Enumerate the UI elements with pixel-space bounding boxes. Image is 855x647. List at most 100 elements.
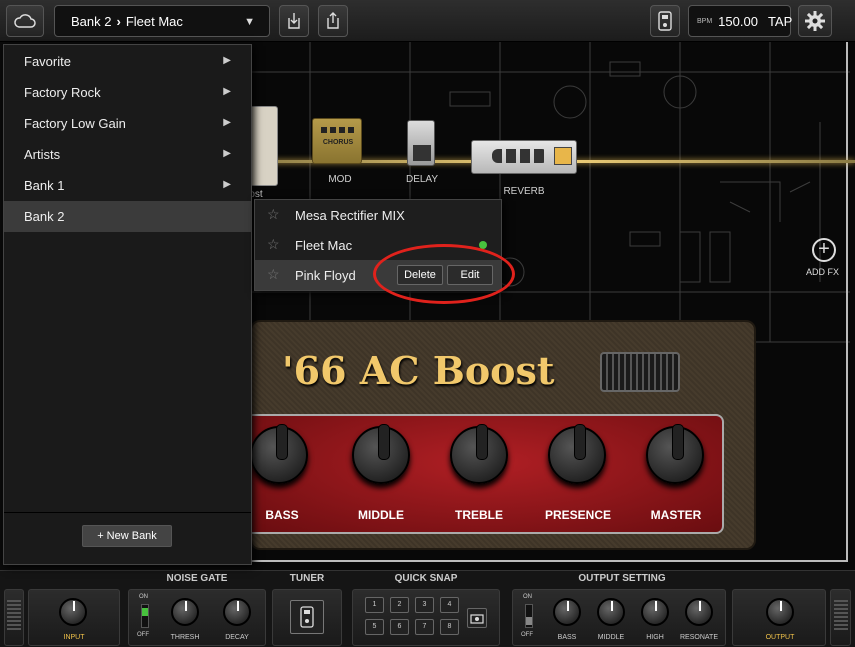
noise-gate-title: NOISE GATE	[166, 573, 228, 584]
snap-slot-3[interactable]: 3	[415, 597, 434, 613]
app-window: Bank 2 › Fleet Mac ▼ BPM 150.00 TAP ost …	[0, 0, 855, 647]
gear-icon	[805, 11, 825, 31]
output-high-knob[interactable]	[641, 598, 669, 626]
boost-pedal[interactable]	[250, 106, 278, 186]
menu-item-factory-rock[interactable]: Factory Rock ▶	[4, 77, 251, 108]
breadcrumb-chevron-icon: ›	[116, 13, 121, 29]
cloud-button[interactable]	[6, 5, 44, 37]
output-on-label: ON	[523, 594, 532, 600]
preset-item-mesa-rectifier-mix[interactable]: ☆ Mesa Rectifier MIX	[255, 200, 501, 230]
menu-item-favorite[interactable]: Favorite ▶	[4, 46, 251, 77]
output-knob[interactable]	[766, 598, 794, 626]
menu-item-label: Bank 1	[24, 178, 65, 193]
menu-item-artists[interactable]: Artists ▶	[4, 139, 251, 170]
share-button[interactable]	[318, 5, 348, 37]
output-middle-knob[interactable]	[597, 598, 625, 626]
decay-label: DECAY	[225, 634, 249, 641]
new-bank-button[interactable]: + New Bank	[82, 525, 172, 547]
snap-slot-7[interactable]: 7	[415, 619, 434, 635]
thresh-label: THRESH	[170, 634, 200, 641]
presence-knob[interactable]	[548, 424, 606, 484]
bpm-value[interactable]: 150.00	[718, 14, 758, 29]
delay-label: DELAY	[405, 174, 439, 185]
reverb-unit[interactable]	[471, 140, 577, 174]
tap-button[interactable]: TAP	[768, 14, 792, 29]
menu-item-bank-1[interactable]: Bank 1 ▶	[4, 170, 251, 201]
toggle-indicator	[526, 617, 532, 625]
menu-item-label: Favorite	[24, 54, 71, 69]
chevron-right-icon: ▶	[223, 86, 231, 97]
input-knob[interactable]	[59, 598, 87, 626]
add-fx-label: ADD FX	[806, 267, 840, 277]
menu-item-factory-low-gain[interactable]: Factory Low Gain ▶	[4, 108, 251, 139]
treble-knob[interactable]	[450, 424, 508, 484]
bpm-control[interactable]: BPM 150.00 TAP	[688, 5, 792, 37]
master-label: MASTER	[650, 508, 702, 522]
output-resonate-label: RESONATE	[680, 634, 718, 641]
snap-slot-5[interactable]: 5	[365, 619, 384, 635]
download-icon	[288, 13, 300, 29]
output-module: OUTPUT	[732, 589, 826, 646]
star-icon[interactable]: ☆	[267, 206, 280, 223]
snap-slot-8[interactable]: 8	[440, 619, 459, 635]
quick-snap-title: QUICK SNAP	[394, 573, 458, 584]
master-knob[interactable]	[646, 424, 704, 484]
bass-knob[interactable]	[250, 424, 308, 484]
pedal-controller-button[interactable]	[650, 5, 680, 37]
output-toggle[interactable]	[525, 604, 533, 628]
add-fx-button[interactable]: +	[812, 238, 836, 262]
output-setting-module: ON OFF BASS MIDDLE HIGH RESONATE	[512, 589, 726, 646]
menu-item-bank-2[interactable]: Bank 2	[4, 201, 251, 232]
output-resonate-knob[interactable]	[685, 598, 713, 626]
snap-slot-4[interactable]: 4	[440, 597, 459, 613]
decay-knob[interactable]	[223, 598, 251, 626]
import-button[interactable]	[279, 5, 309, 37]
input-module: INPUT	[28, 589, 120, 646]
input-led-meter	[7, 600, 21, 630]
star-icon[interactable]: ☆	[267, 236, 280, 253]
menu-divider	[4, 512, 251, 513]
noise-gate-toggle[interactable]	[141, 604, 149, 628]
snapshot-camera-button[interactable]	[467, 608, 487, 628]
middle-knob[interactable]	[352, 424, 410, 484]
quick-snap-module: 1 2 3 4 5 6 7 8	[352, 589, 500, 646]
bottom-rack: INPUT NOISE GATE ON OFF THRESH DECAY TUN…	[0, 570, 855, 647]
snap-slot-1[interactable]: 1	[365, 597, 384, 613]
settings-button[interactable]	[798, 5, 832, 37]
tuner-icon	[300, 606, 314, 628]
output-middle-label: MIDDLE	[597, 634, 625, 641]
input-label: INPUT	[63, 634, 85, 641]
reverb-knob-row	[492, 149, 548, 163]
output-meter	[830, 589, 851, 646]
chevron-right-icon: ▶	[223, 55, 231, 66]
preset-selector[interactable]: Bank 2 › Fleet Mac ▼	[54, 5, 270, 37]
delay-pedal[interactable]	[407, 120, 435, 166]
bass-label: BASS	[265, 508, 299, 522]
output-label: OUTPUT	[765, 634, 795, 641]
star-icon[interactable]: ☆	[267, 266, 280, 283]
menu-item-label: Bank 2	[24, 209, 65, 224]
noise-gate-on-label: ON	[139, 594, 148, 600]
chevron-down-icon: ▼	[244, 16, 255, 28]
thresh-knob[interactable]	[171, 598, 199, 626]
presence-label: PRESENCE	[544, 508, 612, 522]
output-setting-title: OUTPUT SETTING	[578, 573, 666, 584]
output-led-meter	[834, 600, 848, 630]
amp-name: '66 AC Boost	[282, 348, 555, 393]
snap-slot-6[interactable]: 6	[390, 619, 409, 635]
noise-gate-module: ON OFF THRESH DECAY	[128, 589, 266, 646]
highlight-callout	[373, 244, 515, 304]
preset-item-label: Pink Floyd	[295, 267, 356, 283]
toggle-indicator	[142, 608, 148, 616]
bpm-label: BPM	[697, 17, 713, 25]
output-off-label: OFF	[521, 632, 533, 638]
chevron-right-icon: ▶	[223, 117, 231, 128]
preset-item-label: Mesa Rectifier MIX	[295, 207, 405, 223]
menu-item-label: Factory Rock	[24, 85, 101, 100]
output-bass-knob[interactable]	[553, 598, 581, 626]
noise-gate-off-label: OFF	[137, 632, 149, 638]
tuner-button[interactable]	[290, 600, 324, 634]
tuner-module	[272, 589, 342, 646]
snap-slot-2[interactable]: 2	[390, 597, 409, 613]
chorus-pedal[interactable]: CHORUS	[312, 118, 362, 164]
